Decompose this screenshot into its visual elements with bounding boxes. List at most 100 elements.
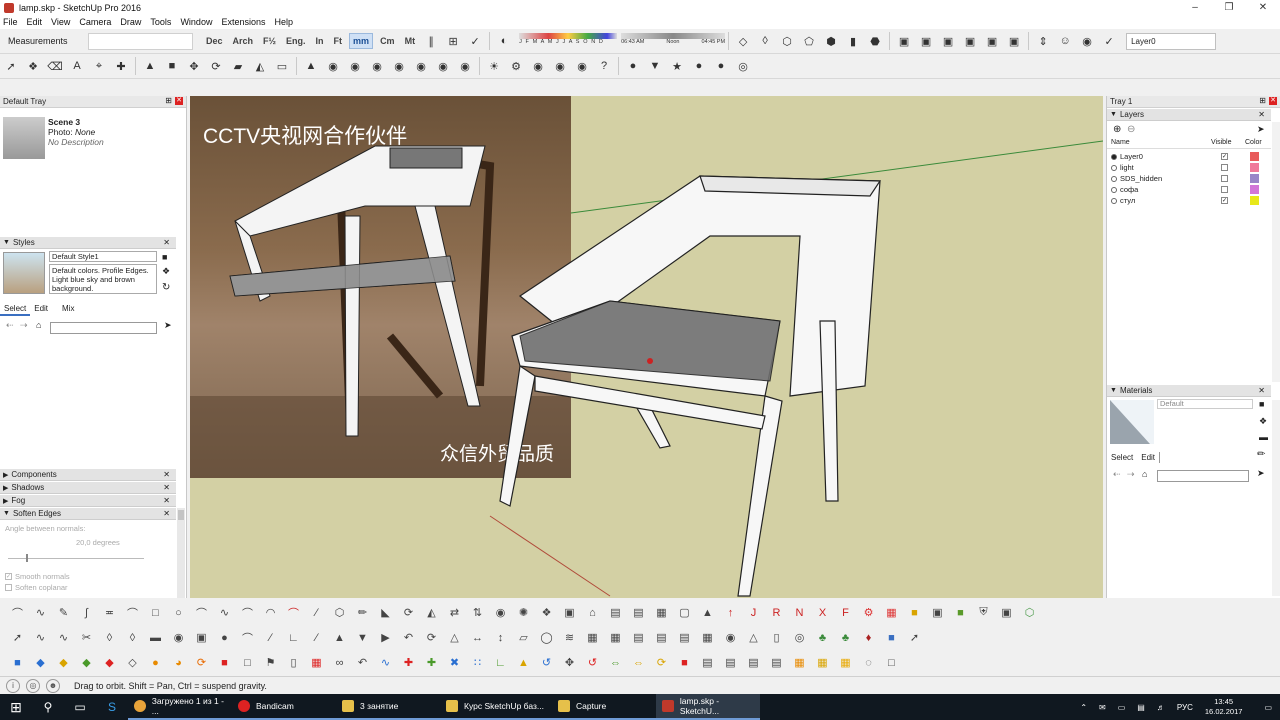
vray-options-icon[interactable]: ⚙ xyxy=(507,57,525,75)
notifications-icon[interactable]: ▭ xyxy=(1264,703,1272,712)
vray-help-icon[interactable]: ? xyxy=(595,57,613,75)
scene-thumbnail[interactable] xyxy=(3,117,45,159)
hook-icon[interactable]: ↺ xyxy=(539,655,555,671)
menu-extensions[interactable]: Extensions xyxy=(221,17,265,27)
path-icon[interactable]: ∿ xyxy=(33,630,49,646)
trim-icon[interactable]: ◉ xyxy=(434,57,452,75)
measurements-input[interactable] xyxy=(88,32,193,50)
unit-fraction-button[interactable]: F½ xyxy=(260,34,279,48)
dome-light-icon[interactable]: ● xyxy=(712,57,730,75)
fredo-arrow-icon[interactable]: ↑ xyxy=(723,605,739,621)
grid-deform-icon[interactable]: ▦ xyxy=(608,630,624,646)
plus-red-icon[interactable]: ✚ xyxy=(401,655,417,671)
styles-panel-header[interactable]: ▼ Styles ✕ xyxy=(0,237,176,249)
check-dimension-icon[interactable]: ✓ xyxy=(466,32,484,50)
bend-icon[interactable]: ↶ xyxy=(401,630,417,646)
unit-mm-button[interactable]: mm xyxy=(349,33,374,49)
plant-icon[interactable]: ♣ xyxy=(838,630,854,646)
cube-icon[interactable]: ▣ xyxy=(562,605,578,621)
taskbar-item-sketchup[interactable]: lamp.skp - SketchU... xyxy=(656,694,760,720)
arc-red-icon[interactable]: ⌒ xyxy=(286,605,302,621)
fredo-j-icon[interactable]: J xyxy=(746,605,762,621)
eraser-icon[interactable]: ⌫ xyxy=(46,57,64,75)
split-icon[interactable]: ◉ xyxy=(456,57,474,75)
intersect-icon[interactable]: ◉ xyxy=(368,57,386,75)
layer-dropdown[interactable]: Layer0 xyxy=(1126,32,1217,50)
spline-icon[interactable]: ∿ xyxy=(56,630,72,646)
dimension-icon[interactable]: ∥ xyxy=(422,32,440,50)
extrude-along-icon[interactable]: ▶ xyxy=(378,630,394,646)
shadow-time-slider[interactable]: 06:43 AM Noon 04:45 PM xyxy=(621,33,726,49)
circle-icon[interactable]: ○ xyxy=(171,605,187,621)
brick-icon[interactable]: ■ xyxy=(677,655,693,671)
shaded-icon[interactable]: ⬢ xyxy=(822,32,840,50)
tile-orange-icon[interactable]: ▦ xyxy=(792,655,808,671)
fredo-r-icon[interactable]: R xyxy=(769,605,785,621)
arc-2pt-icon[interactable]: ⌒ xyxy=(194,605,210,621)
back-arrow-icon[interactable]: ⇠ xyxy=(1113,469,1121,480)
windows-start-icon[interactable]: ⊞ xyxy=(0,694,32,720)
gear-icon[interactable]: ⚙ xyxy=(861,605,877,621)
shell-icon[interactable]: ◉ xyxy=(171,630,187,646)
unit-dec-button[interactable]: Dec xyxy=(203,34,226,48)
outline-diamond-icon[interactable]: ◇ xyxy=(125,655,141,671)
shield-icon[interactable]: ⛨ xyxy=(976,605,992,621)
plus-green-icon[interactable]: ✚ xyxy=(424,655,440,671)
move-cross-icon[interactable]: ✥ xyxy=(562,655,578,671)
layer-active-radio[interactable] xyxy=(1111,153,1117,160)
layer-row[interactable]: light xyxy=(1107,162,1271,173)
xray-icon[interactable]: ◇ xyxy=(734,32,752,50)
freehand-icon[interactable]: ∿ xyxy=(217,605,233,621)
pull-icon[interactable]: ▼ xyxy=(355,630,371,646)
sandbox-icon[interactable]: ▲ xyxy=(302,57,320,75)
forward-arrow-icon[interactable]: ⇢ xyxy=(20,320,28,331)
tile-amber-icon[interactable]: ▦ xyxy=(838,655,854,671)
box-green-icon[interactable]: ■ xyxy=(953,605,969,621)
details-arrow-icon[interactable]: ➤ xyxy=(164,320,172,331)
menu-view[interactable]: View xyxy=(51,17,70,27)
pie-icon[interactable]: ◠ xyxy=(263,605,279,621)
layer-row[interactable]: стул ✓ xyxy=(1107,195,1271,206)
move-icon[interactable]: ✥ xyxy=(185,57,203,75)
cross-blue-icon[interactable]: ✖ xyxy=(447,655,463,671)
orange-swirl-icon[interactable]: ⟳ xyxy=(194,655,210,671)
close-icon[interactable]: ✕ xyxy=(1269,97,1277,105)
warning-icon[interactable]: ▲ xyxy=(516,655,532,671)
taskbar-item-folder-2[interactable]: Курс SketchUp баз... xyxy=(440,694,552,720)
material-library-dropdown[interactable] xyxy=(1157,470,1249,482)
paint-icon[interactable]: ✏ xyxy=(355,605,371,621)
mesh-icon[interactable]: ▦ xyxy=(700,630,716,646)
component-icon[interactable]: ❖ xyxy=(24,57,42,75)
table-4-icon[interactable]: ▤ xyxy=(769,655,785,671)
walk-icon[interactable]: ☺ xyxy=(1056,32,1074,50)
tray-scrollbar-thumb[interactable] xyxy=(178,510,184,520)
front-view-icon[interactable]: ▣ xyxy=(939,32,957,50)
cylinder-icon[interactable]: ▯ xyxy=(769,630,785,646)
arc-tool-icon[interactable]: ⌒ xyxy=(10,605,26,621)
stripes-icon[interactable]: ▤ xyxy=(631,630,647,646)
restore-icon[interactable]: ❐ xyxy=(1212,0,1246,15)
omni-light-icon[interactable]: ● xyxy=(690,57,708,75)
layer-visible-checkbox[interactable] xyxy=(1221,186,1228,193)
angle-slider-thumb[interactable] xyxy=(26,554,28,562)
smooth-normals-checkbox[interactable]: ✓ xyxy=(5,573,12,580)
bowl-icon[interactable]: ◕ xyxy=(171,655,187,671)
soften-coplanar-checkbox[interactable] xyxy=(5,584,12,591)
details-arrow-icon[interactable]: ➤ xyxy=(1257,124,1265,135)
taskbar-item-chrome[interactable]: Загружено 1 из 1 - ... xyxy=(128,694,232,720)
curl-red-icon[interactable]: ↺ xyxy=(585,655,601,671)
loft-icon[interactable]: ◊ xyxy=(125,630,141,646)
update-style-icon[interactable]: ■ xyxy=(162,252,167,262)
unit-eng-button[interactable]: Eng. xyxy=(283,34,309,48)
group-icon[interactable]: ❖ xyxy=(539,605,555,621)
chair-model[interactable] xyxy=(190,96,1103,598)
shadows-panel-header[interactable]: ▶ Shadows ✕ xyxy=(0,482,176,494)
edge-icon[interactable]: ∕ xyxy=(309,630,325,646)
extrude-icon[interactable]: ▬ xyxy=(148,630,164,646)
flip-icon[interactable]: ⇄ xyxy=(447,605,463,621)
rectangle-icon[interactable]: □ xyxy=(148,605,164,621)
window-icon[interactable]: ▦ xyxy=(654,605,670,621)
menu-draw[interactable]: Draw xyxy=(120,17,141,27)
wireframe-icon[interactable]: ⬡ xyxy=(778,32,796,50)
shadow-date-slider[interactable]: J F M A M J J A S O N D xyxy=(519,33,618,49)
